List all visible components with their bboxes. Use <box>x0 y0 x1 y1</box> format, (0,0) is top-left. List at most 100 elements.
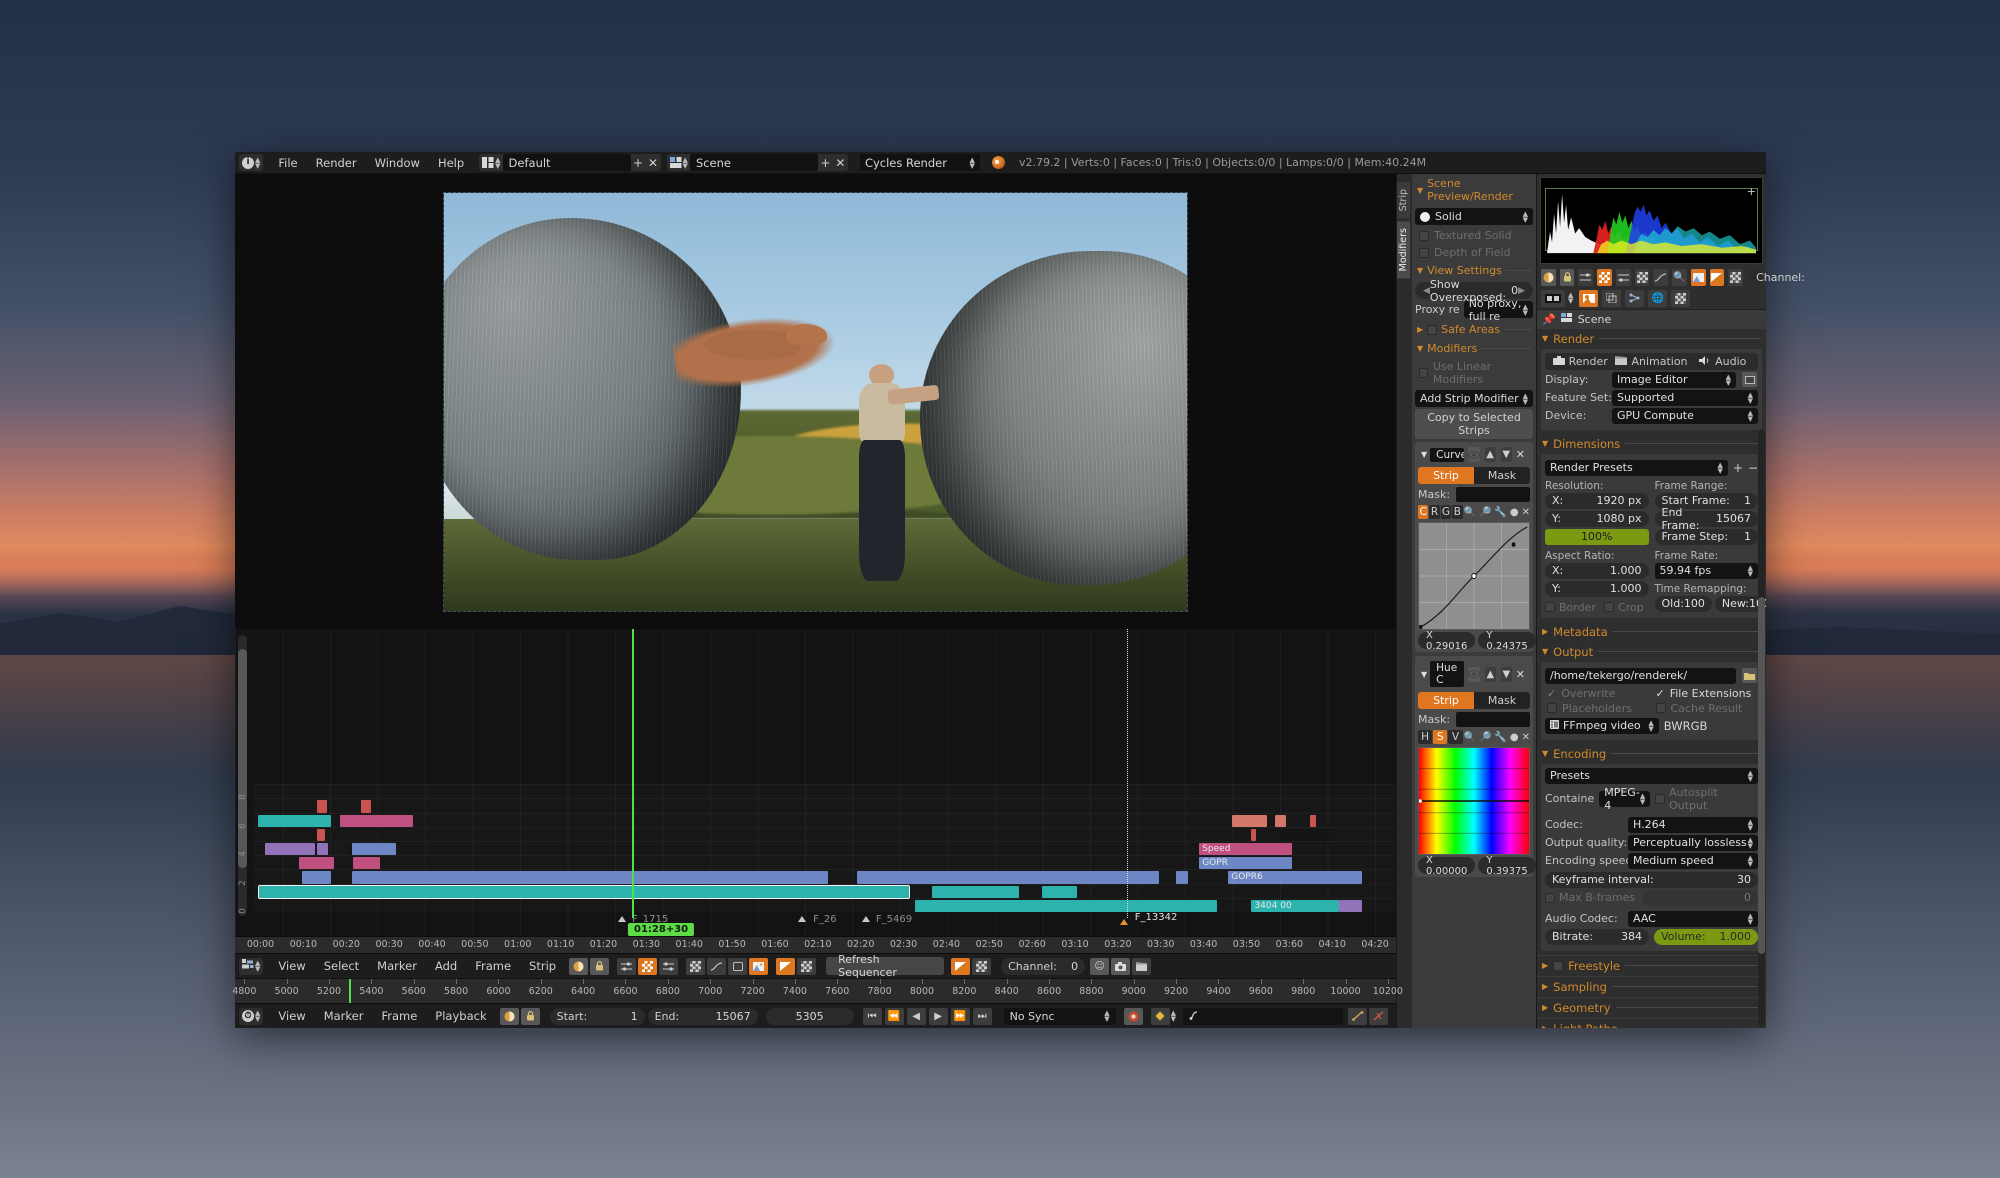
timeline-frame-ruler[interactable]: 4800 5000 5200 5400 5600 5800 6000 6200 6400 6600… <box>232 978 1403 1003</box>
render-engine-selector[interactable]: Cycles Render ▲ ▼ <box>859 154 980 171</box>
checker-icon-active[interactable] <box>1597 268 1612 286</box>
marker-triangle[interactable] <box>861 916 870 922</box>
add-scene-button[interactable]: + <box>818 154 833 171</box>
file-format-dropdown[interactable]: FFmpeg video ▲ ▼ <box>1545 717 1659 734</box>
marker-triangle[interactable] <box>798 916 807 922</box>
clapperboard-icon[interactable] <box>1132 957 1152 975</box>
sequencer-strip[interactable] <box>360 800 372 813</box>
keying-set-field[interactable] <box>1183 1007 1343 1025</box>
sequencer-strip[interactable] <box>1338 899 1362 912</box>
overlay-checker-icon[interactable] <box>638 957 658 975</box>
scope-channel-field[interactable]: Channel: <box>1749 268 1805 286</box>
properties-scrollbar[interactable] <box>1758 429 1765 1026</box>
marker-triangle-selected[interactable] <box>1119 919 1128 925</box>
hue-correct-widget[interactable] <box>1418 747 1530 855</box>
placeholders-checkbox[interactable]: Placeholders <box>1545 701 1650 716</box>
scene-name[interactable]: Scene <box>689 154 818 171</box>
globe-icon[interactable]: 🌐 <box>1648 289 1668 307</box>
sequencer-time-ruler[interactable]: 00:00 00:10 00:20 00:30 00:40 00:50 01:00 01:10… <box>235 936 1396 953</box>
sequencer-strip[interactable] <box>316 828 325 841</box>
tl-menu-playback[interactable]: Playback <box>426 1004 495 1029</box>
sequencer-vertical-scrollbar[interactable] <box>238 635 247 916</box>
close-icon[interactable]: ✕ <box>1516 668 1527 681</box>
sequencer-strip[interactable] <box>1042 885 1078 898</box>
mask-field[interactable] <box>1456 712 1530 727</box>
eye-icon[interactable] <box>1467 666 1480 682</box>
curve-icon[interactable] <box>1653 268 1669 286</box>
delete-layout-button[interactable]: ✕ <box>646 154 661 171</box>
section-render[interactable]: ▼ Render <box>1537 329 1766 349</box>
add-layout-button[interactable]: + <box>631 154 646 171</box>
seq-menu-frame[interactable]: Frame <box>466 954 520 979</box>
sequencer-strip[interactable] <box>316 800 328 813</box>
sliders-icon[interactable] <box>1578 268 1594 286</box>
wrench-icon[interactable]: 🔧 <box>1494 507 1506 518</box>
section-freestyle[interactable]: ▶ Freestyle <box>1537 954 1766 976</box>
encoding-presets-dropdown[interactable]: Presets ▲ ▼ <box>1545 767 1758 784</box>
play-button[interactable]: ▶ <box>928 1007 948 1025</box>
image-datablock-icon[interactable] <box>1541 289 1565 307</box>
start-frame-field[interactable]: Start: 1 <box>549 1007 645 1025</box>
display-preview-icon[interactable] <box>1742 372 1757 388</box>
proportional-edit-icon[interactable] <box>499 1007 519 1025</box>
menu-render[interactable]: Render <box>307 152 366 174</box>
zoom-in-icon[interactable]: 🔍 <box>1464 507 1476 518</box>
colorize2-icon[interactable] <box>951 957 971 975</box>
play-reverse-button[interactable]: ◀ <box>906 1007 926 1025</box>
file-extensions-checkbox[interactable]: ✓ File Extensions <box>1654 686 1759 701</box>
move-up-icon[interactable]: ▲ <box>1484 447 1496 462</box>
chevron-updown-icon[interactable]: ▲ ▼ <box>495 156 500 169</box>
render-result-icon[interactable] <box>1579 289 1599 307</box>
sequencer-strip[interactable]: GOPR6 <box>1228 871 1362 884</box>
refresh-sequencer-button[interactable]: Refresh Sequencer <box>826 953 945 979</box>
jump-to-start-button[interactable]: ⏮ <box>862 1007 882 1025</box>
render-button[interactable]: Render <box>1545 353 1615 370</box>
zoom-out-icon[interactable]: 🔎 <box>1479 507 1491 518</box>
folder-icon[interactable] <box>1742 668 1757 684</box>
zoom-icon[interactable]: 🔍 <box>1672 268 1687 286</box>
depth-of-field-checkbox[interactable]: Depth of Field <box>1415 244 1533 261</box>
chevron-updown-icon[interactable]: ▲ ▼ <box>1568 292 1573 305</box>
jump-to-end-button[interactable]: ⏭ <box>972 1007 992 1025</box>
end-frame-field[interactable]: End Frame: 15067 <box>1654 506 1758 532</box>
checkbox-icon[interactable] <box>1427 324 1438 335</box>
move-up-icon[interactable]: ▲ <box>1484 666 1496 682</box>
section-encoding[interactable]: ▼ Encoding <box>1537 744 1766 764</box>
sequencer-strip[interactable] <box>914 899 1217 912</box>
channel-b[interactable]: B <box>1452 505 1463 519</box>
device-dropdown[interactable]: GPU Compute ▲ ▼ <box>1612 407 1758 424</box>
seq-menu-marker[interactable]: Marker <box>368 954 426 979</box>
audio-button[interactable]: Audio <box>1688 353 1758 370</box>
preview-icon[interactable] <box>728 957 748 975</box>
delete-icon[interactable]: ✕ <box>1522 732 1530 743</box>
wrench-icon[interactable]: 🔧 <box>1494 732 1506 743</box>
triangle-down-icon[interactable]: ▼ <box>1421 670 1427 679</box>
properties-scroll-area[interactable]: 📌 Scene ▼ Render Render Animation Audio … <box>1537 309 1766 1028</box>
tab-mask[interactable]: Mask <box>1474 467 1530 484</box>
sequencer-strip[interactable] <box>352 857 380 870</box>
res-x-field[interactable]: X: 1920 px <box>1545 492 1649 509</box>
triangle-down-icon[interactable]: ▼ <box>1421 450 1427 459</box>
copy-to-selected-strips-button[interactable]: Copy to Selected Strips <box>1415 409 1533 439</box>
sequencer-strip[interactable] <box>856 871 1159 884</box>
unlink-icon[interactable] <box>1369 1007 1388 1025</box>
speed-dropdown[interactable]: Medium speed ▲ ▼ <box>1628 852 1758 869</box>
textured-solid-checkbox[interactable]: Textured Solid <box>1415 227 1533 244</box>
colorize-icon[interactable] <box>776 957 796 975</box>
vtab-modifiers[interactable]: Modifiers <box>1397 221 1410 279</box>
sequencer-strip[interactable]: GOPR <box>1199 857 1293 870</box>
menu-help[interactable]: Help <box>429 152 473 174</box>
keyframe-diamond-icon[interactable] <box>1150 1007 1170 1025</box>
proportional-edit-icon[interactable] <box>1541 268 1556 286</box>
marker-triangle[interactable] <box>618 916 627 922</box>
editor-type-selector[interactable]: i ▲ ▼ <box>239 154 264 171</box>
dot-icon[interactable]: ● <box>1510 732 1519 743</box>
sequencer-strip[interactable] <box>301 871 331 884</box>
panel-modifiers[interactable]: ▼ Modifiers <box>1415 339 1533 358</box>
next-keyframe-button[interactable]: ⏩ <box>950 1007 970 1025</box>
sync-mode-dropdown[interactable]: No Sync ▲ ▼ <box>1003 1007 1116 1025</box>
aspect-y-field[interactable]: Y: 1.000 <box>1545 580 1649 597</box>
lock-icon[interactable] <box>1559 268 1575 286</box>
sequencer-strip[interactable] <box>1231 814 1267 827</box>
checker-icon-c[interactable] <box>1728 268 1744 286</box>
